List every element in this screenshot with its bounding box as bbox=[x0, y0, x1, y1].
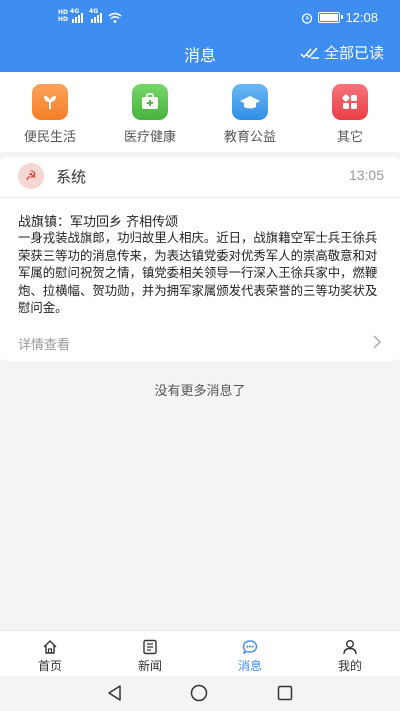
read-all-label: 全部已读 bbox=[323, 44, 384, 62]
tab-profile[interactable]: 我的 bbox=[300, 639, 400, 674]
message-title: 战旗镇：军功回乡 齐相传颂 bbox=[18, 215, 179, 230]
system-nav-bar bbox=[0, 676, 400, 711]
home-icon bbox=[43, 640, 57, 654]
category-education[interactable]: 教育公益 bbox=[210, 84, 290, 145]
signal-1-icon: 4G bbox=[70, 8, 84, 23]
battery-level bbox=[320, 14, 339, 21]
grid-icon bbox=[332, 84, 368, 120]
app-header: HD HD 4G 4G 12:08 消息 全部已读 bbox=[0, 0, 400, 72]
chat-icon bbox=[242, 640, 258, 655]
newspaper-icon bbox=[143, 639, 157, 655]
category-label: 医疗健康 bbox=[123, 130, 176, 145]
hd-badge: HD HD bbox=[58, 9, 69, 23]
tab-label: 消息 bbox=[237, 659, 262, 673]
category-bar: 便民生活 医疗健康 教育公益 其它 bbox=[0, 72, 400, 152]
alarm-icon bbox=[302, 12, 313, 24]
graduation-cap-icon bbox=[232, 84, 268, 120]
category-label: 便民生活 bbox=[23, 130, 76, 145]
detail-label: 详情查看 bbox=[18, 338, 71, 353]
tab-home[interactable]: 首页 bbox=[0, 639, 100, 674]
status-right: 12:08 bbox=[301, 10, 378, 25]
tab-label: 新闻 bbox=[137, 659, 162, 673]
tab-messages[interactable]: 消息 bbox=[200, 639, 300, 674]
party-emblem-icon: ☭ bbox=[18, 163, 44, 189]
no-more-messages: 没有更多消息了 bbox=[154, 384, 246, 399]
sender-name: 系统 bbox=[56, 168, 87, 186]
wifi-icon bbox=[108, 12, 122, 23]
read-all-button[interactable]: 全部已读 bbox=[300, 42, 384, 63]
double-check-icon bbox=[300, 47, 319, 59]
clock: 12:08 bbox=[345, 10, 378, 25]
back-icon[interactable] bbox=[106, 684, 124, 702]
user-icon bbox=[343, 640, 357, 655]
category-convenience[interactable]: 便民生活 bbox=[10, 84, 90, 145]
category-label: 其它 bbox=[336, 130, 363, 145]
status-bar: HD HD 4G 4G 12:08 bbox=[0, 8, 400, 28]
divider bbox=[0, 197, 400, 198]
sprout-icon bbox=[32, 84, 68, 120]
home-circle-icon[interactable] bbox=[190, 684, 208, 702]
tab-label: 首页 bbox=[37, 659, 62, 673]
signal-area: HD HD 4G 4G bbox=[58, 8, 122, 23]
tab-news[interactable]: 新闻 bbox=[100, 639, 200, 674]
bottom-tab-bar: 首页 新闻 消息 我的 bbox=[0, 630, 400, 676]
tab-label: 我的 bbox=[337, 659, 362, 673]
message-card[interactable]: ☭ 系统 13:05 战旗镇：军功回乡 齐相传颂 一身戎装战旗郎，功归故里人相庆… bbox=[0, 157, 400, 361]
recents-icon[interactable] bbox=[276, 684, 294, 702]
signal-2-icon: 4G bbox=[89, 8, 103, 23]
category-other[interactable]: 其它 bbox=[310, 84, 390, 145]
battery-icon bbox=[318, 12, 344, 23]
category-medical[interactable]: 医疗健康 bbox=[110, 84, 190, 145]
chevron-right-icon bbox=[373, 335, 382, 349]
category-label: 教育公益 bbox=[223, 130, 276, 145]
message-time: 13:05 bbox=[348, 167, 384, 183]
message-body: 一身戎装战旗郎，功归故里人相庆。近日，战旗籍空军士兵王徐兵荣获三等功的消息传来，… bbox=[18, 230, 378, 316]
medical-kit-icon bbox=[132, 84, 168, 120]
view-detail-link[interactable]: 详情查看 bbox=[18, 334, 388, 354]
message-card-header: ☭ 系统 13:05 bbox=[0, 157, 400, 197]
